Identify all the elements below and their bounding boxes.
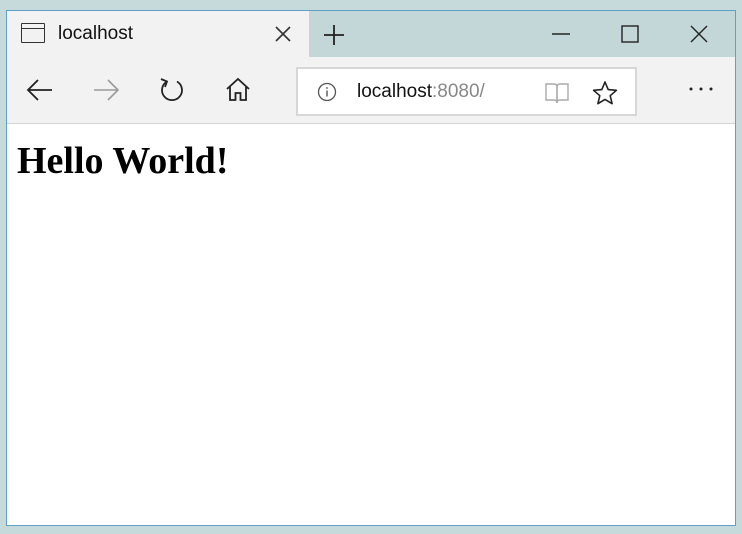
new-tab-plus-icon[interactable]	[323, 24, 345, 46]
reading-view-book-icon[interactable]	[544, 81, 570, 105]
browser-window: localhost localhost:8080/ Hello World!	[6, 10, 736, 526]
address-bar[interactable]: localhost:8080/	[296, 67, 637, 116]
info-icon[interactable]	[317, 82, 337, 102]
maximize-icon[interactable]	[619, 23, 641, 45]
tab-title: localhost	[58, 23, 133, 44]
page-heading: Hello World!	[17, 140, 229, 182]
favorite-star-icon[interactable]	[592, 80, 618, 106]
page-content: Hello World!	[7, 125, 735, 525]
url-text[interactable]: localhost:8080/	[357, 81, 485, 103]
arrow-right-icon[interactable]	[92, 76, 120, 104]
close-window-icon[interactable]	[688, 23, 710, 45]
minimize-icon[interactable]	[550, 23, 572, 45]
page-icon	[21, 23, 45, 43]
home-icon[interactable]	[224, 76, 252, 104]
more-ellipsis-icon[interactable]	[687, 79, 715, 99]
tab-localhost[interactable]: localhost	[7, 11, 309, 57]
refresh-icon[interactable]	[158, 76, 186, 104]
navigation-bar: localhost:8080/	[7, 57, 735, 124]
url-host: localhost	[357, 81, 432, 102]
url-port-path: :8080/	[432, 81, 485, 102]
tab-close-icon[interactable]	[273, 24, 293, 44]
arrow-left-icon[interactable]	[26, 76, 54, 104]
title-bar: localhost	[7, 11, 735, 57]
